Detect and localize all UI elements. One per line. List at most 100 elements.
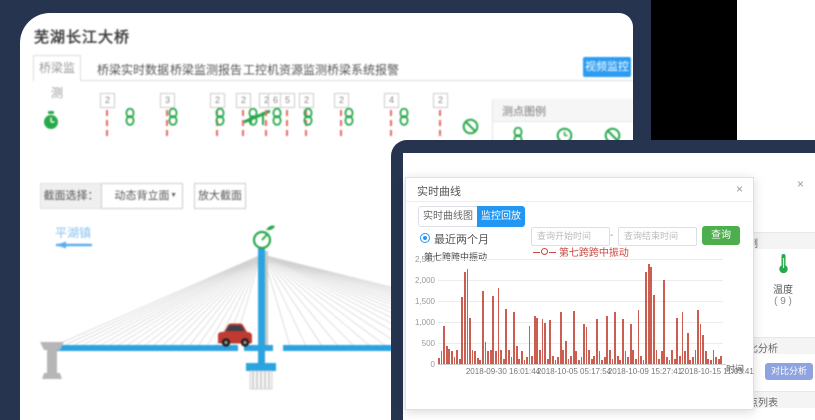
sensor-drop-line [390, 110, 392, 136]
screen: 芜湖长江大桥 桥梁监测 桥梁实时数据 桥梁监测报告 工控机资源监测 桥梁系统报警… [0, 0, 815, 420]
vibration-bar [720, 356, 722, 364]
vibration-bar [461, 297, 463, 364]
legend-marker-icon [541, 248, 548, 255]
tab-monitor-playback[interactable]: 监控回放 [477, 206, 525, 227]
tab-system-alarm[interactable]: 桥梁系统报警 [327, 61, 399, 78]
tab-monitor-report[interactable]: 桥梁监测报告 [170, 61, 242, 78]
tab-ipc-resource[interactable]: 工控机资源监测 [243, 61, 327, 78]
bridge-tower [258, 245, 265, 373]
left-pier [40, 342, 64, 379]
tab-realtime-data[interactable]: 桥梁实时数据 [97, 61, 169, 78]
chain-link-icon[interactable] [124, 108, 136, 126]
vibration-bar [715, 357, 717, 364]
vibration-bar [679, 356, 681, 364]
zoom-section-button[interactable]: 放大截面 [194, 183, 246, 209]
chain-link-icon[interactable] [302, 108, 314, 126]
gridline [438, 280, 723, 281]
vibration-bar [588, 350, 590, 364]
vibration-bar [666, 357, 668, 364]
vibration-bar [451, 351, 453, 364]
vibration-bar [467, 269, 469, 364]
vibration-bar [549, 320, 551, 364]
page-title: 芜湖长江大桥 [34, 26, 130, 47]
vibration-bar [599, 351, 601, 364]
gridline [438, 259, 723, 260]
sensor-drop-line [286, 110, 288, 136]
vibration-bar [472, 350, 474, 364]
temperature-label: 温度 [763, 281, 803, 296]
vibration-bar [508, 350, 510, 364]
no-entry-icon[interactable] [462, 118, 479, 135]
sensor-count-badge: 2 [210, 93, 225, 108]
chain-link-icon[interactable] [214, 108, 226, 126]
y-axis-tick-label: 2,500 [395, 255, 435, 264]
query-button[interactable]: 查询 [702, 226, 740, 245]
vibration-bar [495, 351, 497, 364]
tab-bridge-monitor[interactable]: 桥梁监测 [33, 55, 81, 82]
vibration-bar [671, 350, 673, 364]
vibration-bar [492, 296, 494, 364]
legend-panel-title: 测点图例 [502, 103, 546, 119]
y-axis-tick-label: 0 [395, 360, 435, 369]
radio-last-two-months[interactable] [420, 233, 430, 243]
vibration-bar [638, 310, 640, 364]
vibration-bar [552, 356, 554, 364]
vibration-bar [474, 351, 476, 364]
vibration-bar [516, 346, 518, 364]
tab-underline [33, 80, 633, 81]
chain-link-icon[interactable] [398, 108, 410, 126]
vibration-bar [645, 272, 647, 364]
vibration-bar [565, 341, 567, 364]
legend-label: 第七跨跨中振动 [559, 248, 629, 259]
section-select-dropdown[interactable]: 动态背立面 ▼ [101, 183, 183, 209]
chain-link-icon[interactable] [167, 108, 179, 126]
x-axis-tick-label: 2018-10-15 11:03:41 [662, 367, 772, 376]
close-icon[interactable]: × [736, 182, 743, 196]
vibration-bar [536, 318, 538, 364]
background-white-region [737, 0, 815, 145]
temperature-legend-item[interactable]: 温度 ( 9 ) [763, 253, 803, 307]
vibration-bar [676, 318, 678, 364]
chain-link-icon[interactable] [247, 108, 259, 126]
vibration-bar [593, 356, 595, 364]
tab-realtime-curve-chart[interactable]: 实时曲线图 [418, 206, 478, 227]
sensor-count-badge: 2 [433, 93, 448, 108]
direction-arrow-icon [56, 242, 92, 249]
vibration-bar [500, 350, 502, 364]
vibration-bar [526, 357, 528, 364]
vibration-bar [456, 350, 458, 364]
sensor-drop-line [340, 110, 342, 136]
video-monitor-button[interactable]: 视频监控 [583, 57, 631, 77]
tower-footing-cap [246, 363, 276, 371]
vibration-bar [622, 319, 624, 364]
vibration-bar [570, 356, 572, 364]
x-axis-name: 时间 [726, 362, 744, 375]
vibration-bar [609, 350, 611, 364]
compare-analysis-button[interactable]: 对比分析 [765, 363, 813, 380]
vibration-bar [490, 350, 492, 364]
sensor-drop-line [265, 110, 267, 136]
vibration-bar [630, 324, 632, 364]
chain-link-icon[interactable] [271, 108, 283, 126]
vibration-bar [448, 349, 450, 364]
section-select-value: 动态背立面 [115, 190, 170, 202]
thermometer-icon [777, 253, 790, 274]
vibration-bar [513, 312, 515, 365]
sensor-drop-line [439, 110, 441, 136]
y-axis-tick-label: 500 [395, 339, 435, 348]
chain-link-icon[interactable] [343, 108, 355, 126]
chart-legend[interactable]: 第七跨跨中振动 [501, 244, 661, 259]
stopwatch-icon[interactable] [42, 111, 60, 131]
vibration-bar [596, 319, 598, 364]
vibration-chart: 2,5002,0001,5001,0005000 [438, 259, 723, 364]
vibration-bar [454, 357, 456, 364]
sensor-drop-line [106, 110, 108, 136]
vibration-bar [505, 309, 507, 364]
panel-close-icon[interactable]: × [797, 177, 804, 191]
vibration-bar [617, 356, 619, 364]
sensor-count-badge: 3 [160, 93, 175, 108]
vibration-bar [539, 350, 541, 364]
vibration-bar [625, 351, 627, 364]
vibration-bar [521, 351, 523, 364]
sidebar-legend-bar [752, 232, 815, 249]
